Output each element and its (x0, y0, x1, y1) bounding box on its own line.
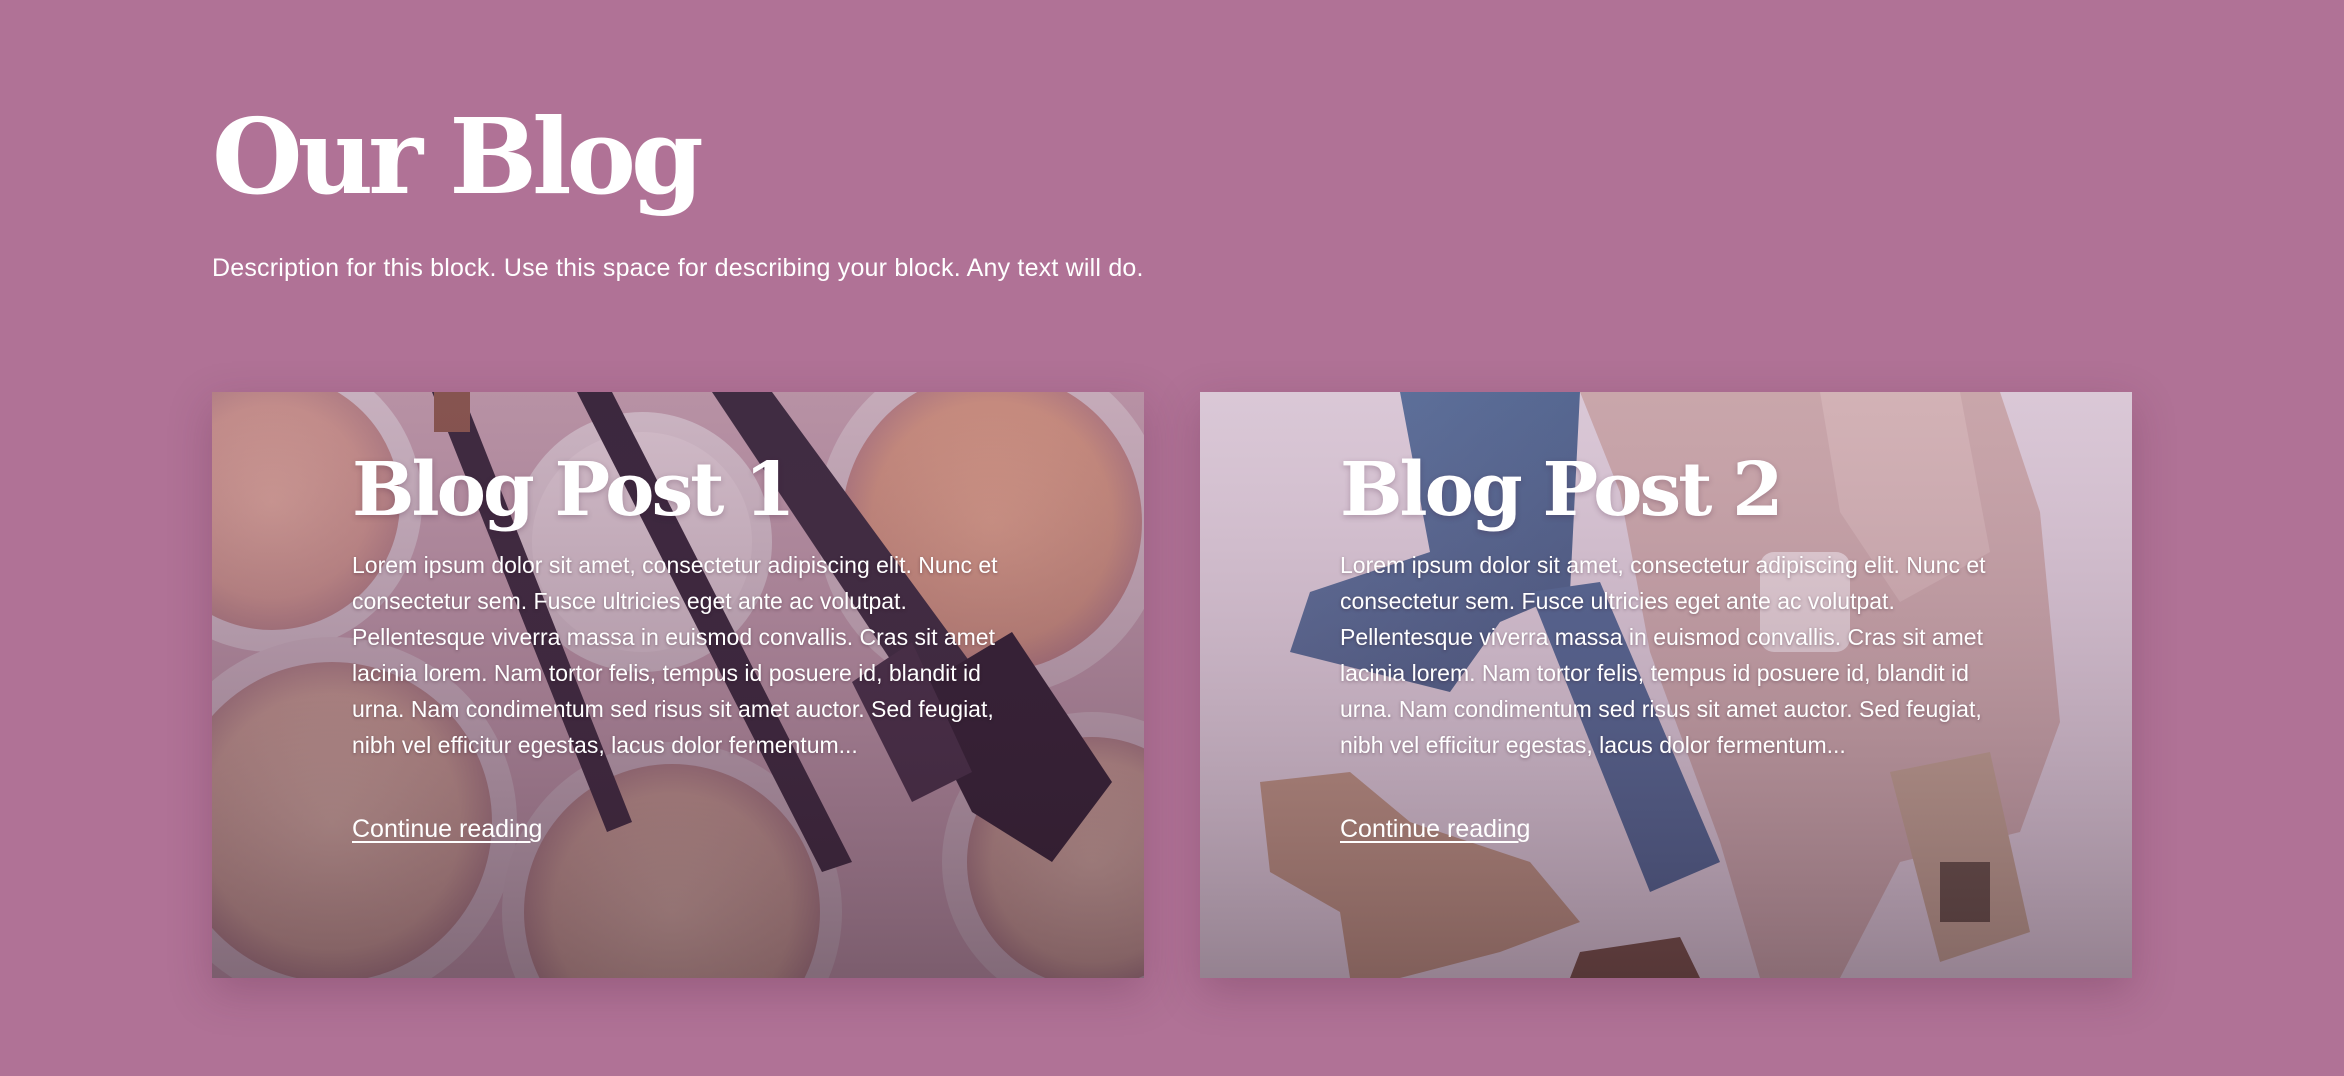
blog-card-2: Blog Post 2 Lorem ipsum dolor sit amet, … (1200, 392, 2132, 978)
blog-section: Our Blog Description for this block. Use… (0, 0, 2344, 1076)
blog-post-excerpt: Lorem ipsum dolor sit amet, consectetur … (1340, 552, 1986, 759)
blog-card-2-content: Blog Post 2 Lorem ipsum dolor sit amet, … (1340, 447, 2020, 844)
page-title: Our Blog (212, 95, 704, 218)
blog-post-title: Blog Post 2 (1340, 447, 1784, 533)
blog-post-excerpt: Lorem ipsum dolor sit amet, consectetur … (352, 552, 998, 759)
blog-post-title: Blog Post 1 (352, 447, 796, 533)
continue-reading-link[interactable]: Continue reading (352, 815, 542, 844)
blog-card-1-content: Blog Post 1 Lorem ipsum dolor sit amet, … (352, 447, 1032, 844)
continue-reading-link[interactable]: Continue reading (1340, 815, 1530, 844)
blog-card-1: Blog Post 1 Lorem ipsum dolor sit amet, … (212, 392, 1144, 978)
block-description: Description for this block. Use this spa… (212, 254, 1144, 282)
